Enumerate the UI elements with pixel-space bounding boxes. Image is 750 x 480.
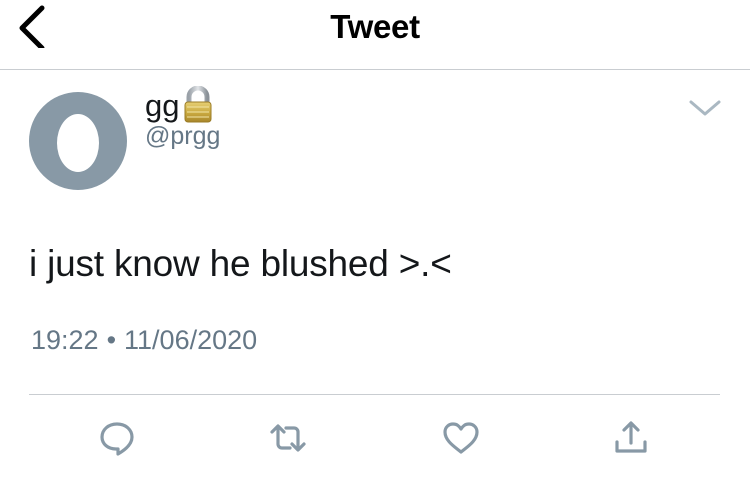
- tweet-date: 11/06/2020: [124, 325, 258, 355]
- retweet-icon: [270, 424, 306, 452]
- share-button[interactable]: [611, 418, 651, 458]
- lock-icon: [182, 85, 214, 124]
- author-display-name[interactable]: gg: [145, 88, 179, 124]
- reply-icon: [100, 422, 134, 456]
- tweet-menu-button[interactable]: [688, 98, 722, 118]
- top-bar: Tweet: [0, 0, 750, 70]
- tweet-time: 19:22: [31, 325, 99, 355]
- default-egg-avatar-icon: [57, 114, 99, 172]
- page-title: Tweet: [330, 8, 420, 45]
- author-handle[interactable]: @prgg: [145, 121, 220, 151]
- tweet-text: i just know he blushed >.<: [29, 243, 452, 284]
- like-button[interactable]: [441, 418, 481, 458]
- retweet-button[interactable]: [268, 418, 308, 458]
- avatar[interactable]: [29, 92, 127, 190]
- divider: [29, 394, 720, 395]
- reply-button[interactable]: [97, 418, 137, 458]
- meta-separator: •: [106, 325, 117, 355]
- like-icon: [443, 422, 479, 454]
- share-icon: [615, 421, 647, 453]
- tweet-timestamp: 19:22 • 11/06/2020: [31, 322, 257, 358]
- chevron-down-icon: [689, 100, 721, 116]
